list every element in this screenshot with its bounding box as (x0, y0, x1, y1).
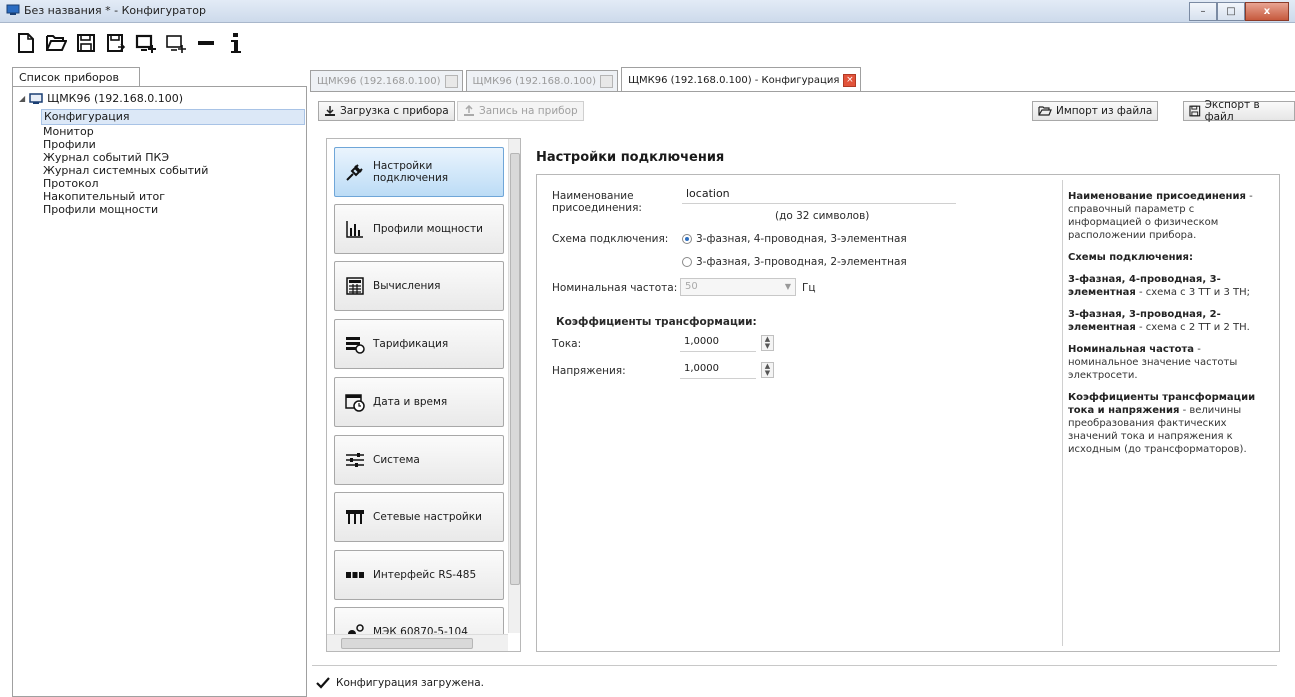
add-device-icon[interactable] (134, 29, 158, 57)
upload-icon (464, 105, 474, 116)
category-tariffs[interactable]: Тарификация (334, 319, 504, 369)
category-system[interactable]: Система (334, 435, 504, 485)
open-folder-icon[interactable] (44, 29, 68, 57)
document-tabs: ЩМК96 (192.168.0.100) ЩМК96 (192.168.0.1… (310, 67, 862, 92)
tree-item-profiles[interactable]: Профили (43, 138, 96, 152)
connection-name-label: Наименование присоединения: (552, 190, 642, 214)
vertical-scroll-thumb[interactable] (510, 153, 520, 585)
tree-item-monitor[interactable]: Монитор (43, 125, 94, 139)
app-icon (6, 4, 20, 15)
close-button[interactable]: x (1245, 2, 1289, 21)
frequency-label: Номинальная частота: (552, 282, 678, 294)
tab-device-2[interactable]: ЩМК96 (192.168.0.100) (465, 70, 619, 92)
device-icon (29, 92, 43, 104)
device-tree: ◢ ЩМК96 (192.168.0.100) Конфигурация Мон… (12, 86, 307, 697)
connection-name-input[interactable]: location (682, 186, 956, 204)
scheme-option-3wire[interactable]: 3-фазная, 3-проводная, 2-элементная (682, 256, 907, 268)
export-to-file-button[interactable]: Экспорт в файл (1183, 99, 1295, 123)
frequency-unit: Гц (802, 282, 816, 294)
title-bar: Без названия * - Конфигуратор – □ x (0, 0, 1295, 23)
voltage-coef-label: Напряжения: (552, 365, 626, 377)
save-as-icon[interactable] (104, 29, 128, 57)
toolbar (14, 26, 248, 60)
category-rs485[interactable]: Интерфейс RS-485 (334, 550, 504, 600)
category-horizontal-scrollbar[interactable] (327, 634, 508, 651)
calculator-icon (346, 277, 364, 295)
category-vertical-scrollbar[interactable] (508, 139, 520, 633)
maximize-button[interactable]: □ (1217, 2, 1245, 21)
category-network-settings[interactable]: Сетевые настройки (334, 492, 504, 542)
connection-name-hint: (до 32 символов) (775, 210, 870, 222)
help-panel: Наименование присоединения - справочный … (1068, 191, 1256, 455)
download-icon (325, 106, 335, 116)
tab-label: ЩМК96 (192.168.0.100) - Конфигурация (628, 74, 840, 86)
sliders-icon (346, 453, 364, 467)
open-folder-icon (1038, 106, 1052, 116)
bar-chart-icon (346, 221, 363, 238)
checkmark-icon (316, 677, 330, 689)
voltage-coef-spinner[interactable]: ▲ ▼ (761, 362, 774, 378)
tree-item-pqe-events[interactable]: Журнал событий ПКЭ (43, 151, 169, 165)
radio-unselected[interactable] (682, 257, 692, 267)
minimize-button[interactable]: – (1189, 2, 1217, 21)
import-from-file-button[interactable]: Импорт из файла (1032, 101, 1159, 121)
save-icon (1189, 105, 1201, 117)
status-bar: Конфигурация загружена. (316, 677, 484, 689)
category-calculations[interactable]: Вычисления (334, 261, 504, 311)
tab-device-1[interactable]: ЩМК96 (192.168.0.100) (310, 70, 463, 92)
scheme-option-4wire[interactable]: 3-фазная, 4-проводная, 3-элементная (682, 233, 907, 245)
tab-close-icon[interactable] (444, 75, 458, 88)
tab-close-icon[interactable]: × (843, 73, 857, 87)
tree-item-protocol[interactable]: Протокол (43, 177, 99, 191)
network-icon (346, 510, 364, 524)
coefficients-title: Коэффициенты трансформации: (556, 316, 757, 328)
rs485-icon (346, 572, 364, 578)
tree-root-device[interactable]: ◢ ЩМК96 (192.168.0.100) (19, 92, 183, 105)
status-text: Конфигурация загружена. (336, 677, 484, 689)
tab-label: ЩМК96 (192.168.0.100) (317, 76, 441, 87)
scheme-label: Схема подключения: (552, 233, 669, 245)
status-divider (312, 665, 1277, 666)
remove-icon[interactable] (194, 29, 218, 57)
info-icon[interactable] (224, 29, 248, 57)
window-title: Без названия * - Конфигуратор (24, 4, 206, 17)
help-divider (1062, 180, 1063, 646)
category-list: Настройки подключения Профили мощности В… (326, 138, 521, 652)
category-date-time[interactable]: Дата и время (334, 377, 504, 427)
settings-title: Настройки подключения (536, 150, 725, 165)
tree-root-label: ЩМК96 (192.168.0.100) (47, 92, 184, 105)
tree-item-cumulative-total[interactable]: Накопительный итог (43, 190, 165, 204)
device-list-tab[interactable]: Список приборов (12, 67, 140, 87)
plug-icon (346, 164, 363, 181)
collapse-arrow-icon[interactable]: ◢ (19, 94, 25, 103)
save-icon[interactable] (74, 29, 98, 57)
voltage-coef-input[interactable]: 1,0000 (680, 361, 756, 379)
write-to-device-button[interactable]: Запись на прибор (457, 101, 584, 121)
tree-item-power-profiles[interactable]: Профили мощности (43, 203, 158, 217)
horizontal-scroll-thumb[interactable] (341, 638, 473, 649)
tariff-icon (346, 337, 365, 354)
current-coef-spinner[interactable]: ▲ ▼ (761, 335, 774, 351)
frequency-select[interactable]: 50 ▼ (680, 278, 796, 296)
radio-selected[interactable] (682, 234, 692, 244)
tab-label: ЩМК96 (192.168.0.100) (472, 76, 597, 87)
new-file-icon[interactable] (14, 29, 38, 57)
category-connection-settings[interactable]: Настройки подключения (334, 147, 504, 197)
category-power-profiles[interactable]: Профили мощности (334, 204, 504, 254)
load-from-device-button[interactable]: Загрузка с прибора (318, 101, 455, 121)
calendar-clock-icon (345, 394, 365, 412)
current-coef-label: Тока: (552, 338, 582, 350)
tab-configuration[interactable]: ЩМК96 (192.168.0.100) - Конфигурация × (621, 67, 862, 92)
tab-close-icon[interactable] (600, 75, 614, 88)
add-device-copy-icon[interactable] (164, 29, 188, 57)
chevron-down-icon[interactable]: ▼ (785, 279, 791, 295)
tree-item-configuration[interactable]: Конфигурация (41, 109, 305, 125)
tree-item-system-events[interactable]: Журнал системных событий (43, 164, 208, 178)
window-controls: – □ x (1189, 2, 1289, 21)
current-coef-input[interactable]: 1,0000 (680, 334, 756, 352)
